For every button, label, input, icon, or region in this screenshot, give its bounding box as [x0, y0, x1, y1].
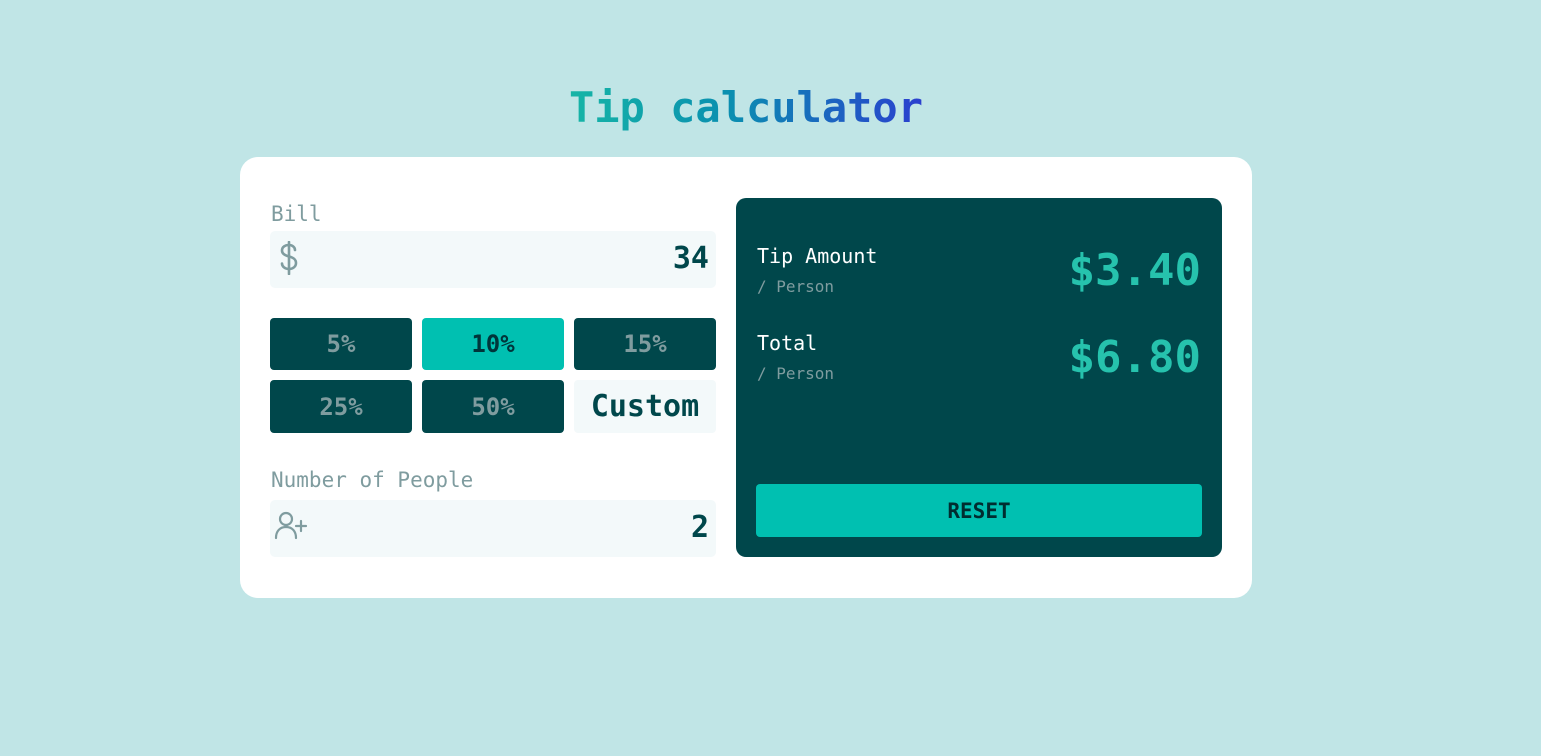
bill-label: Bill	[271, 202, 322, 226]
people-value: 2	[690, 510, 709, 545]
people-label: Number of People	[271, 468, 474, 492]
tip-button-10[interactable]: 10%	[422, 318, 564, 370]
page-title-text: Tip calculator	[568, 83, 923, 132]
bill-input[interactable]: 34	[270, 231, 716, 288]
tip-button-label: 50%	[471, 392, 515, 421]
tip-button-15[interactable]: 15%	[574, 318, 716, 370]
tip-button-5[interactable]: 5%	[270, 318, 412, 370]
dollar-icon	[278, 240, 300, 279]
bill-value: 34	[672, 241, 709, 276]
person-add-icon	[274, 511, 308, 545]
reset-button[interactable]: RESET	[756, 484, 1202, 537]
total-label: Total	[757, 331, 818, 355]
tip-amount-label: Tip Amount	[757, 244, 878, 268]
total-sub: / Person	[757, 364, 835, 383]
page-title: Tip calculator	[0, 80, 1492, 136]
custom-tip-label: Custom	[590, 389, 700, 424]
tip-button-label: 15%	[623, 330, 667, 358]
tip-amount-value: $3.40	[1068, 245, 1201, 296]
tip-button-25[interactable]: 25%	[270, 380, 412, 433]
results-panel: Tip Amount / Person $3.40 Total / Person…	[736, 198, 1222, 557]
reset-button-label: RESET	[947, 498, 1011, 523]
tip-button-label: 5%	[326, 330, 356, 358]
tip-button-label: 10%	[471, 330, 515, 358]
custom-tip-input[interactable]: Custom	[574, 380, 716, 433]
people-input[interactable]: 2	[270, 500, 716, 557]
tip-amount-sub: / Person	[757, 277, 835, 296]
total-value: $6.80	[1068, 332, 1201, 383]
tip-button-50[interactable]: 50%	[422, 380, 564, 433]
tip-button-label: 25%	[319, 392, 363, 421]
